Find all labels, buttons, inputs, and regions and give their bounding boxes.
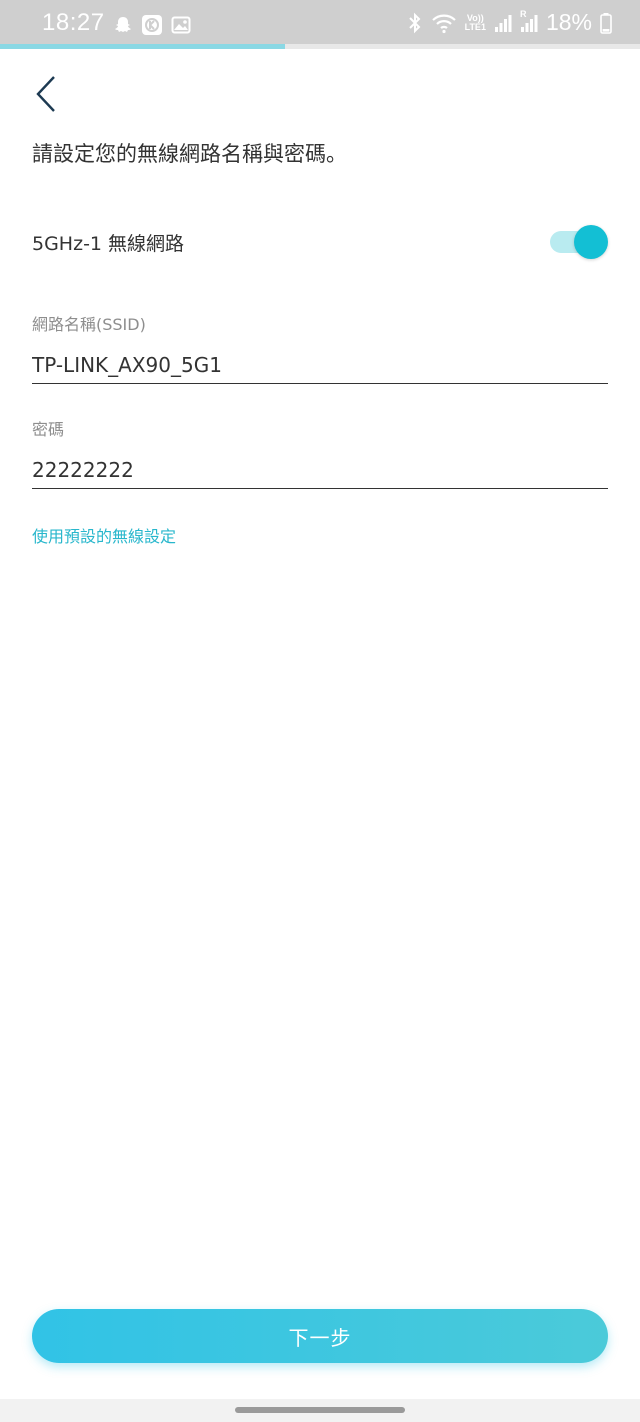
bluetooth-icon xyxy=(407,12,423,34)
next-button[interactable]: 下一步 xyxy=(32,1309,608,1363)
back-button[interactable] xyxy=(26,72,66,116)
roaming-label: R xyxy=(519,8,527,19)
page-title: 請設定您的無線網路名稱與密碼。 xyxy=(32,142,347,166)
toggle-knob xyxy=(574,225,608,259)
home-indicator[interactable] xyxy=(235,1407,405,1413)
ssid-label: 網路名稱(SSID) xyxy=(32,315,146,334)
status-right: Vo)) LTE1 R 18% xyxy=(407,9,612,36)
snapchat-icon xyxy=(113,15,133,35)
status-bar: 18:27 Vo)) LTE1 R 18% xyxy=(0,0,640,44)
status-left-icons xyxy=(113,14,191,36)
password-label: 密碼 xyxy=(32,420,65,439)
chevron-left-icon xyxy=(35,75,57,113)
k-app-icon xyxy=(141,14,163,36)
status-time: 18:27 xyxy=(42,9,105,36)
volte-icon: Vo)) LTE1 xyxy=(464,13,486,32)
setup-progress-bar xyxy=(0,44,640,49)
band-toggle[interactable] xyxy=(550,225,608,259)
band-label: 5GHz-1 無線網路 xyxy=(32,233,185,255)
band-row: 5GHz-1 無線網路 xyxy=(32,224,608,260)
lte-label: LTE1 xyxy=(464,21,486,32)
setup-progress-fill xyxy=(0,44,285,49)
wifi-icon xyxy=(431,12,457,34)
signal-icon xyxy=(494,13,512,33)
ssid-field: 網路名稱(SSID) xyxy=(32,314,608,384)
password-field: 密碼 xyxy=(32,419,608,489)
battery-icon xyxy=(600,12,612,34)
password-input[interactable] xyxy=(32,451,608,489)
use-default-settings-link[interactable]: 使用預設的無線設定 xyxy=(32,523,176,547)
battery-percent: 18% xyxy=(545,9,592,35)
gallery-icon xyxy=(171,15,191,35)
signal-roaming-icon: R xyxy=(520,9,538,33)
ssid-input[interactable] xyxy=(32,346,608,384)
navigation-bar xyxy=(0,1399,640,1422)
